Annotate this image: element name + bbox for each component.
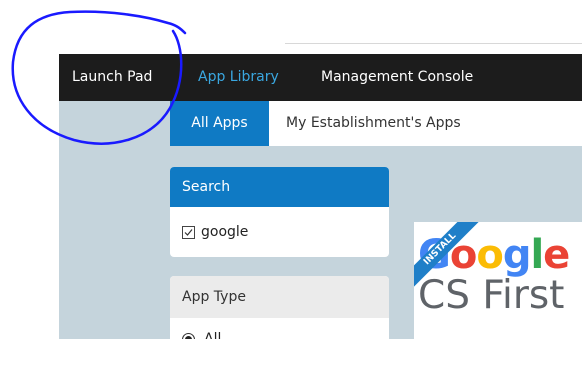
cs-first-title: CS First: [418, 273, 565, 318]
app-window: Launch Pad App Library Management Consol…: [59, 54, 582, 339]
search-filter-row[interactable]: google: [170, 207, 389, 257]
radio-selected-icon[interactable]: [182, 332, 195, 339]
nav-management-console[interactable]: Management Console: [321, 69, 473, 85]
tab-all-apps[interactable]: All Apps: [170, 101, 269, 146]
top-divider: [285, 43, 582, 44]
app-type-option-all[interactable]: All: [170, 318, 389, 339]
checkbox-checked-icon[interactable]: [182, 225, 195, 239]
app-type-header: App Type: [170, 276, 389, 318]
app-type-panel: App Type All: [170, 276, 389, 339]
nav-launch-pad[interactable]: Launch Pad: [72, 69, 152, 85]
search-header: Search: [170, 167, 389, 207]
search-term-label: google: [201, 224, 249, 240]
app-tabs: All Apps My Establishment's Apps: [170, 101, 582, 146]
app-card-google-cs-first[interactable]: Google CS First INSTALL: [414, 222, 582, 339]
app-type-option-label: All: [204, 331, 222, 339]
nav-app-library[interactable]: App Library: [198, 69, 279, 85]
search-panel: Search google: [170, 167, 389, 257]
top-nav-bar: Launch Pad App Library Management Consol…: [59, 54, 582, 101]
tab-my-establishment-apps[interactable]: My Establishment's Apps: [286, 101, 461, 146]
